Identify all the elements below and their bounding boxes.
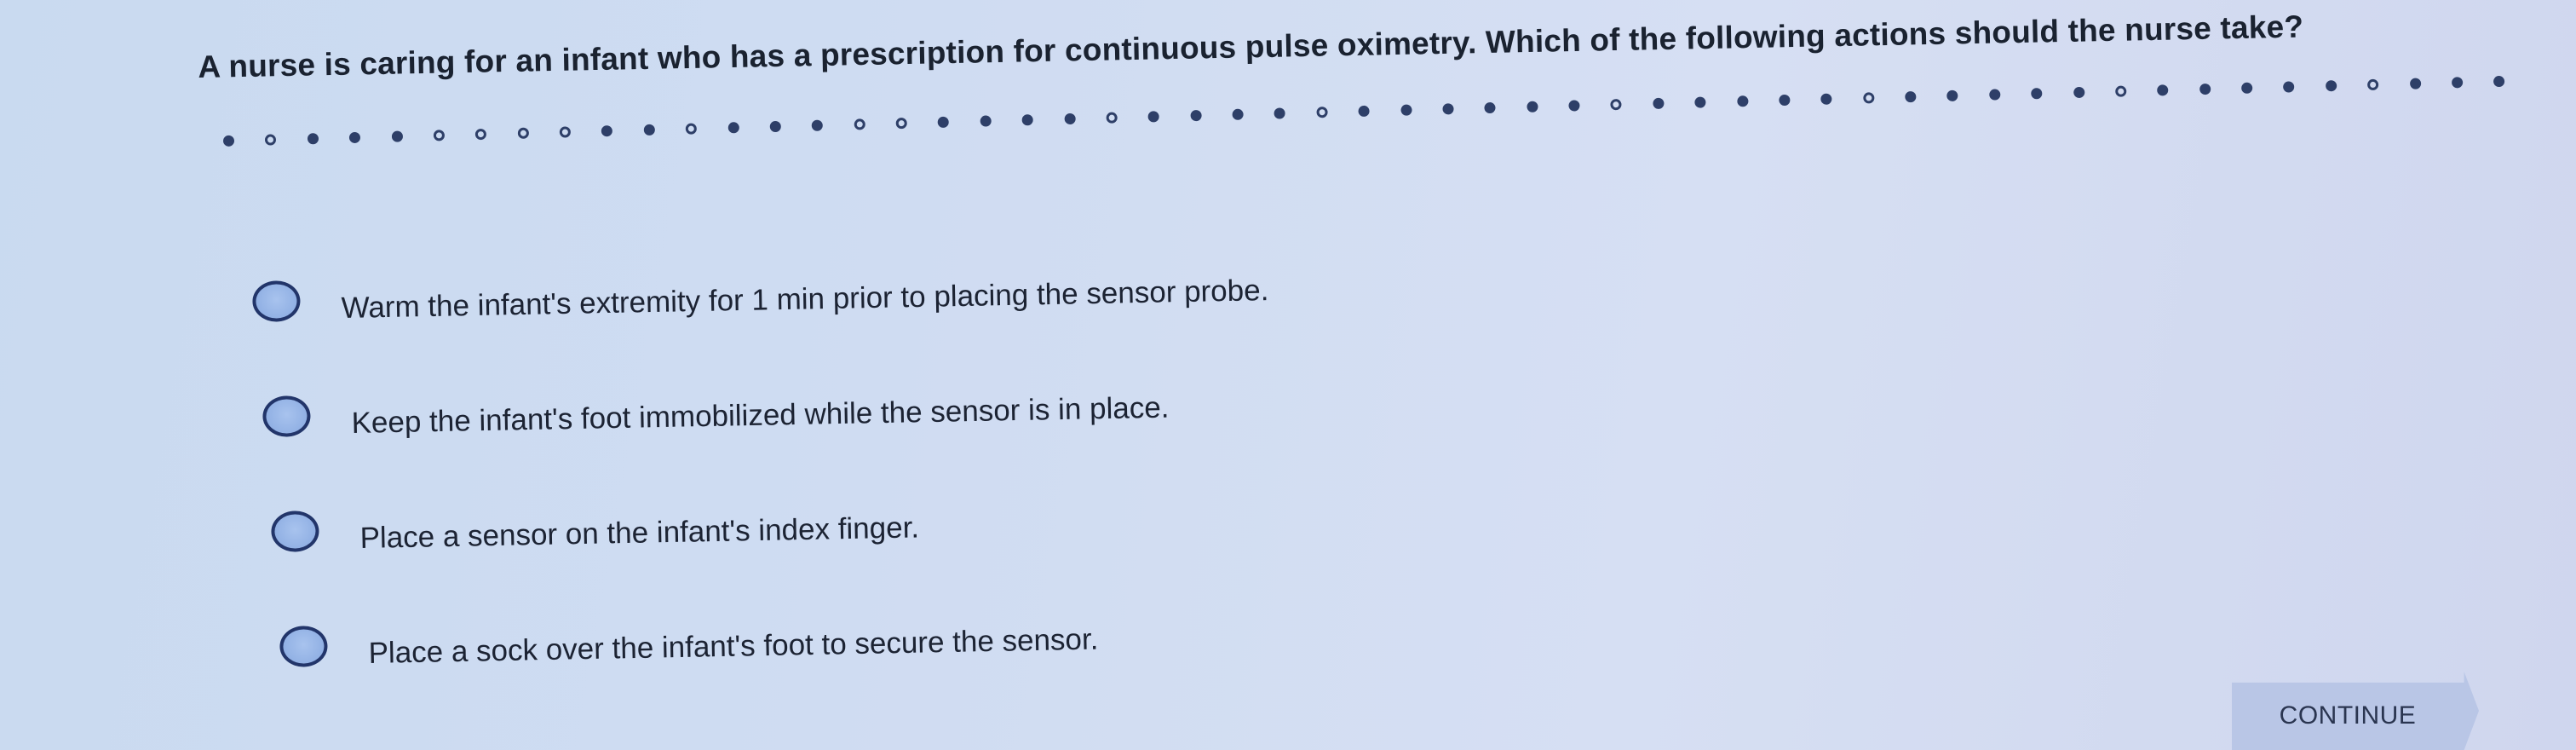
progress-dot <box>1526 101 1538 112</box>
answer-option-label: Place a sensor on the infant's index fin… <box>359 511 920 555</box>
progress-dot <box>1232 108 1244 120</box>
progress-dot <box>937 116 950 128</box>
progress-dot <box>2367 78 2379 90</box>
progress-dot <box>1694 95 1706 108</box>
progress-dot <box>1442 102 1454 115</box>
progress-dot <box>517 127 529 139</box>
progress-dot <box>1106 112 1118 124</box>
radio-button[interactable] <box>252 280 301 322</box>
progress-dot <box>1905 90 1917 102</box>
progress-dot <box>854 118 865 130</box>
progress-dot <box>2493 75 2505 87</box>
progress-dot <box>2199 83 2211 95</box>
progress-dot <box>2283 80 2295 93</box>
progress-dot <box>1736 95 1749 107</box>
progress-dot <box>1610 98 1622 110</box>
radio-button[interactable] <box>279 625 328 667</box>
progress-dot <box>307 132 319 144</box>
progress-dot <box>1568 99 1580 112</box>
answer-option-label: Warm the infant's extremity for 1 min pr… <box>341 274 1269 325</box>
progress-dot <box>2409 77 2421 89</box>
continue-button[interactable]: CONTINUE <box>2232 672 2479 750</box>
progress-dot <box>1653 97 1665 109</box>
question-text: A nurse is caring for an infant who has … <box>198 9 2304 84</box>
answer-options: Warm the infant's extremity for 1 min pr… <box>252 274 1615 741</box>
progress-dot <box>1400 103 1412 116</box>
progress-dot <box>1358 105 1370 117</box>
progress-dot <box>2451 76 2464 88</box>
progress-dot <box>1946 89 1958 101</box>
progress-dot <box>1063 112 1076 124</box>
progress-dot <box>2241 82 2253 94</box>
progress-dot <box>980 114 992 127</box>
progress-dot <box>1190 109 1202 121</box>
progress-dot <box>391 130 403 142</box>
progress-dot <box>685 122 698 135</box>
progress-dot <box>1316 106 1328 118</box>
progress-dot <box>1484 101 1496 113</box>
progress-dot <box>559 125 572 138</box>
progress-dot <box>265 133 277 146</box>
progress-dot <box>727 121 739 133</box>
progress-dot <box>1274 107 1286 119</box>
progress-dot <box>433 129 445 141</box>
progress-dot <box>1147 110 1160 123</box>
progress-dot <box>2031 87 2043 99</box>
answer-option-label: Keep the infant's foot immobilized while… <box>351 390 1170 440</box>
progress-dot <box>643 124 655 136</box>
progress-dot <box>2114 85 2127 97</box>
progress-dot <box>811 119 824 131</box>
progress-dot <box>1820 93 1832 105</box>
progress-indicator <box>222 68 2506 153</box>
progress-dot <box>1779 94 1791 106</box>
progress-dot <box>348 131 361 143</box>
progress-dot <box>2157 84 2169 96</box>
progress-dot <box>1021 113 1033 125</box>
answer-option-label: Place a sock over the infant's foot to s… <box>368 622 1099 670</box>
progress-dot <box>895 117 907 129</box>
progress-dot <box>1988 88 2001 101</box>
radio-button[interactable] <box>271 510 319 552</box>
progress-dot <box>1862 91 1875 104</box>
progress-dot <box>601 124 613 136</box>
progress-dot <box>222 135 235 147</box>
progress-dot <box>769 120 781 132</box>
progress-dot <box>2073 86 2084 98</box>
radio-button[interactable] <box>262 395 311 437</box>
progress-dot <box>2325 79 2337 91</box>
progress-dot <box>474 128 487 140</box>
continue-button-label: CONTINUE <box>2279 701 2417 730</box>
